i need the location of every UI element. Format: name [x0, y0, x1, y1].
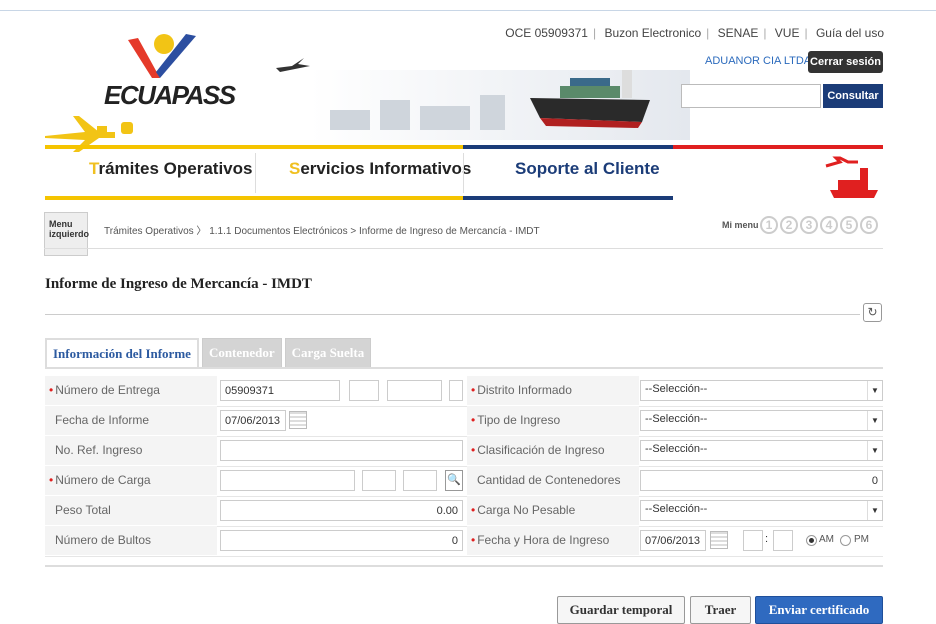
calendar-icon[interactable]	[710, 531, 728, 549]
main-nav: Trámites Operativos Servicios Informativ…	[45, 145, 883, 200]
numero-entrega-part2[interactable]	[349, 380, 379, 401]
form-row: Número de Bultos •Fecha y Hora de Ingres…	[45, 526, 883, 557]
refresh-icon[interactable]: ↻	[863, 303, 882, 322]
distrito-select[interactable]: --Selección-- ▼	[640, 380, 883, 401]
buzon-link[interactable]: Buzon Electronico	[604, 26, 701, 40]
traer-button[interactable]: Traer	[690, 596, 751, 624]
mi-menu-slot[interactable]: 2	[780, 216, 798, 234]
page-title: Informe de Ingreso de Mercancía - IMDT	[45, 276, 312, 292]
tipo-ingreso-label: Tipo de Ingreso	[477, 413, 561, 427]
peso-total-label: Peso Total	[55, 503, 111, 517]
search-input[interactable]	[681, 84, 821, 108]
cantidad-contenedores-label: Cantidad de Contenedores	[477, 473, 621, 487]
numero-entrega-part3[interactable]	[387, 380, 442, 401]
form-row: •Número de Entrega •Distrito Informado -…	[45, 376, 883, 407]
enviar-certificado-button[interactable]: Enviar certificado	[755, 596, 883, 624]
numero-entrega-label: Número de Entrega	[55, 383, 160, 397]
logout-button[interactable]: Cerrar sesión	[808, 51, 883, 73]
nav-servicios[interactable]: Servicios Informativos	[289, 159, 471, 179]
am-label: AM	[819, 534, 834, 545]
nav-top-red	[673, 145, 883, 149]
numero-carga-input[interactable]	[220, 470, 355, 491]
minuto-input[interactable]	[773, 530, 793, 551]
nav-soporte[interactable]: Soporte al Cliente	[515, 159, 660, 179]
guardar-temporal-button[interactable]: Guardar temporal	[557, 596, 685, 624]
distrito-label: Distrito Informado	[477, 383, 572, 397]
senae-link[interactable]: SENAE	[718, 26, 759, 40]
tab-carga-suelta[interactable]: Carga Suelta	[284, 338, 372, 367]
numero-entrega-part4[interactable]	[449, 380, 463, 401]
mi-menu-slots: 1 2 3 4 5 6	[760, 216, 878, 234]
chevron-down-icon: ▼	[867, 441, 882, 460]
carga-no-pesable-select[interactable]: --Selección-- ▼	[640, 500, 883, 521]
chevron-down-icon: ▼	[867, 381, 882, 400]
breadcrumb: Trámites Operativos 〉 1.1.1 Documentos E…	[104, 226, 540, 237]
form-row: Peso Total •Carga No Pesable --Selección…	[45, 496, 883, 527]
menu-izquierdo-button[interactable]: Menu izquierdo	[44, 212, 89, 256]
am-radio[interactable]	[806, 535, 817, 546]
tab-contenedor[interactable]: Contenedor	[201, 338, 282, 367]
top-divider	[0, 10, 936, 11]
utility-links: OCE 05909371 | Buzon Electronico | SENAE | …	[505, 26, 884, 40]
time-separator: :	[765, 533, 769, 545]
form-row: No. Ref. Ingreso • Clasificación de Ingre…	[45, 436, 883, 486]
fecha-hora-ingreso-label: Fecha y Hora de Ingreso	[477, 533, 610, 547]
numero-bultos-label: Número de Bultos	[55, 533, 152, 547]
calendar-icon[interactable]	[289, 411, 307, 429]
nav-tramites[interactable]: Trámites Operativos	[89, 159, 252, 179]
guia-link[interactable]: Guía del uso	[816, 26, 884, 40]
mi-menu-slot[interactable]: 4	[820, 216, 838, 234]
pm-radio[interactable]	[840, 535, 851, 546]
fecha-informe-input[interactable]	[220, 410, 286, 431]
search-button[interactable]: Consultar	[823, 84, 883, 108]
tipo-ingreso-select[interactable]: --Selección-- ▼	[640, 410, 883, 431]
no-ref-ingreso-input[interactable]	[220, 440, 463, 461]
header-scene-image	[276, 58, 690, 140]
form-row: Fecha de Informe •Tipo de Ingreso --Sele…	[45, 406, 883, 437]
search-icon[interactable]: 🔍	[445, 470, 463, 491]
nav-top-blue	[463, 145, 673, 149]
tab-bar: Información del Informe Contenedor Carga…	[45, 338, 372, 368]
numero-carga-label: Número de Carga	[55, 473, 151, 487]
numero-entrega-input[interactable]	[220, 380, 340, 401]
logo-text: ECUAPASS	[104, 80, 236, 110]
cantidad-contenedores-input[interactable]	[640, 470, 883, 491]
mi-menu-slot[interactable]: 1	[760, 216, 778, 234]
mi-menu-slot[interactable]: 5	[840, 216, 858, 234]
no-ref-ingreso-label: No. Ref. Ingreso	[55, 443, 143, 457]
mi-menu-slot[interactable]: 6	[860, 216, 878, 234]
tab-informacion[interactable]: Información del Informe	[45, 338, 199, 368]
numero-carga-part2[interactable]	[362, 470, 396, 491]
numero-carga-part3[interactable]	[403, 470, 437, 491]
fecha-informe-label: Fecha de Informe	[55, 413, 150, 427]
chevron-down-icon: ▼	[867, 411, 882, 430]
hora-input[interactable]	[743, 530, 763, 551]
chevron-down-icon: ▼	[867, 501, 882, 520]
vue-link[interactable]: VUE	[775, 26, 800, 40]
user-name: ADUANOR CIA LTDA	[705, 55, 812, 67]
fecha-ingreso-input[interactable]	[640, 530, 706, 551]
nav-top-yellow	[45, 145, 463, 149]
numero-bultos-input[interactable]	[220, 530, 463, 551]
mi-menu-label: Mi menu	[722, 220, 759, 230]
clasificacion-select[interactable]: --Selección-- ▼	[640, 440, 883, 461]
oce-code: OCE 05909371	[505, 26, 588, 40]
peso-total-input[interactable]	[220, 500, 463, 521]
pm-label: PM	[854, 534, 869, 545]
carga-no-pesable-label: Carga No Pesable	[477, 503, 576, 517]
form-row: • Número de Carga 🔍 Cantidad de Contenedo…	[45, 466, 883, 497]
mi-menu-slot[interactable]: 3	[800, 216, 818, 234]
